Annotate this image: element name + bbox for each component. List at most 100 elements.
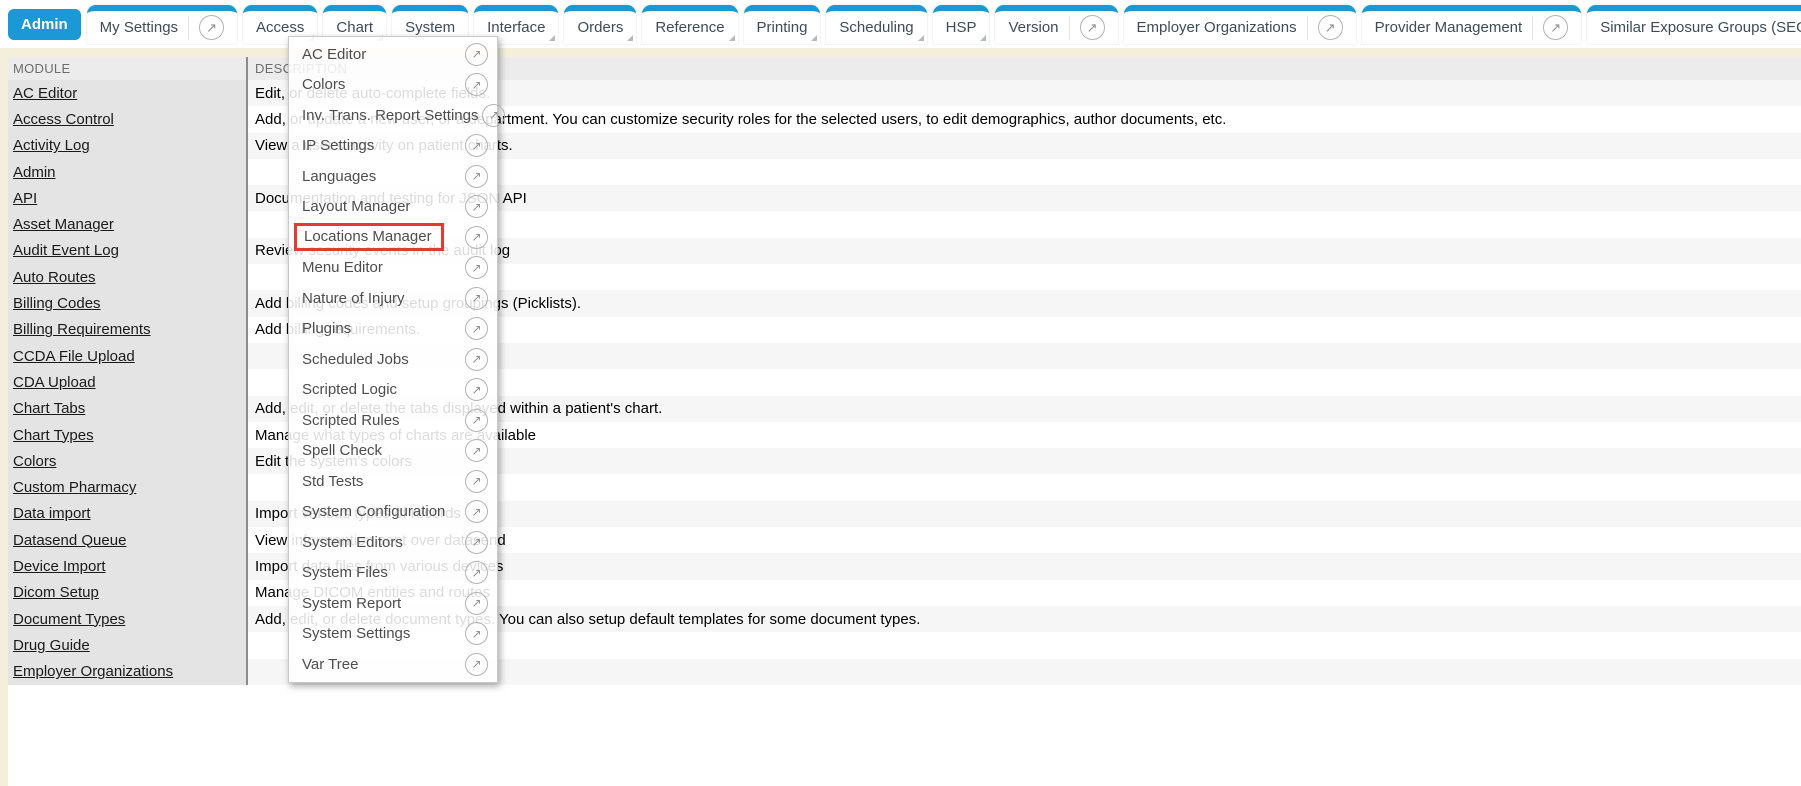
open-arrow-icon[interactable]: ↗ xyxy=(465,531,488,554)
open-arrow-icon[interactable]: ↗ xyxy=(199,15,224,40)
open-arrow-icon[interactable]: ↗ xyxy=(465,378,488,401)
module-link-audit-event-log[interactable]: Audit Event Log xyxy=(13,242,119,259)
table-row: Audit Event LogReview security events in… xyxy=(8,238,1801,264)
module-cell: Admin xyxy=(8,159,248,185)
tab-label: Employer Organizations xyxy=(1137,19,1297,36)
module-link-asset-manager[interactable]: Asset Manager xyxy=(13,216,114,233)
menu-item-nature-of-injury[interactable]: Nature of Injury↗ xyxy=(289,283,497,314)
module-cell: Billing Requirements xyxy=(8,317,248,343)
open-arrow-icon[interactable]: ↗ xyxy=(1543,15,1568,40)
open-arrow-icon[interactable]: ↗ xyxy=(465,73,488,96)
table-row: Data importImport various types of recor… xyxy=(8,501,1801,527)
tab-version[interactable]: Version↗ xyxy=(995,5,1117,44)
menu-item-system-editors[interactable]: System Editors↗ xyxy=(289,527,497,558)
table-row: Document TypesAdd, edit, or delete docum… xyxy=(8,606,1801,632)
tab-orders[interactable]: Orders xyxy=(564,5,636,44)
open-arrow-icon[interactable]: ↗ xyxy=(465,226,488,249)
menu-item-system-report[interactable]: System Report↗ xyxy=(289,588,497,619)
open-arrow-icon[interactable]: ↗ xyxy=(465,165,488,188)
open-arrow-icon[interactable]: ↗ xyxy=(465,256,488,279)
module-cell: Asset Manager xyxy=(8,211,248,237)
table-row: Device ImportImport data files from vari… xyxy=(8,553,1801,579)
menu-item-label: IP Settings xyxy=(302,137,461,154)
open-arrow-icon[interactable]: ↗ xyxy=(1318,15,1343,40)
open-arrow-icon[interactable]: ↗ xyxy=(465,317,488,340)
table-row: Auto Routes xyxy=(8,264,1801,290)
table-row: Chart TypesManage what types of charts a… xyxy=(8,422,1801,448)
module-link-activity-log[interactable]: Activity Log xyxy=(13,137,90,154)
module-cell: CCDA File Upload xyxy=(8,343,248,369)
menu-item-var-tree[interactable]: Var Tree↗ xyxy=(289,649,497,680)
menu-item-scripted-logic[interactable]: Scripted Logic↗ xyxy=(289,375,497,406)
menu-item-languages[interactable]: Languages↗ xyxy=(289,161,497,192)
module-link-access-control[interactable]: Access Control xyxy=(13,111,114,128)
tab-employer-organizations[interactable]: Employer Organizations ↗ xyxy=(1124,5,1356,44)
module-link-chart-tabs[interactable]: Chart Tabs xyxy=(13,400,85,417)
open-arrow-icon[interactable]: ↗ xyxy=(465,134,488,157)
menu-item-system-settings[interactable]: System Settings↗ xyxy=(289,619,497,650)
tab-similar-exposure-groups-segs[interactable]: Similar Exposure Groups (SEGs)↗ xyxy=(1587,5,1801,44)
open-arrow-icon[interactable]: ↗ xyxy=(465,500,488,523)
menu-item-scheduled-jobs[interactable]: Scheduled Jobs↗ xyxy=(289,344,497,375)
module-link-chart-types[interactable]: Chart Types xyxy=(13,427,94,444)
module-cell: Auto Routes xyxy=(8,264,248,290)
module-link-employer-organizations[interactable]: Employer Organizations xyxy=(13,663,173,680)
tab-hsp[interactable]: HSP xyxy=(933,5,990,44)
module-link-billing-codes[interactable]: Billing Codes xyxy=(13,295,101,312)
module-link-device-import[interactable]: Device Import xyxy=(13,558,106,575)
table-row: Employer Organizations xyxy=(8,659,1801,685)
module-link-ccda-file-upload[interactable]: CCDA File Upload xyxy=(13,348,135,365)
module-link-billing-requirements[interactable]: Billing Requirements xyxy=(13,321,151,338)
open-arrow-icon[interactable]: ↗ xyxy=(1080,15,1105,40)
menu-item-ac-editor[interactable]: AC Editor↗ xyxy=(289,39,497,70)
menu-item-locations-manager[interactable]: Locations Manager↗ xyxy=(289,222,497,253)
tab-scheduling[interactable]: Scheduling xyxy=(826,5,926,44)
menu-item-label: Inv. Trans. Report Settings xyxy=(302,107,478,124)
menu-item-label: Var Tree xyxy=(302,656,461,673)
module-link-colors[interactable]: Colors xyxy=(13,453,56,470)
open-arrow-icon[interactable]: ↗ xyxy=(465,470,488,493)
open-arrow-icon[interactable]: ↗ xyxy=(465,561,488,584)
menu-item-label: System Settings xyxy=(302,625,461,642)
module-link-dicom-setup[interactable]: Dicom Setup xyxy=(13,584,99,601)
open-arrow-icon[interactable]: ↗ xyxy=(465,622,488,645)
module-link-admin[interactable]: Admin xyxy=(13,164,56,181)
open-arrow-icon[interactable]: ↗ xyxy=(465,43,488,66)
open-arrow-icon[interactable]: ↗ xyxy=(465,439,488,462)
module-link-ac-editor[interactable]: AC Editor xyxy=(13,85,77,102)
module-link-data-import[interactable]: Data import xyxy=(13,505,91,522)
module-cell: Chart Tabs xyxy=(8,396,248,422)
open-arrow-icon[interactable]: ↗ xyxy=(465,348,488,371)
tab-my-settings[interactable]: My Settings↗ xyxy=(87,5,237,44)
menu-item-plugins[interactable]: Plugins↗ xyxy=(289,314,497,345)
tab-provider-management[interactable]: Provider Management↗ xyxy=(1362,5,1582,44)
top-nav: Admin My Settings↗AccessChartSystemInter… xyxy=(0,0,1801,48)
module-link-api[interactable]: API xyxy=(13,190,37,207)
module-link-auto-routes[interactable]: Auto Routes xyxy=(13,269,96,286)
tab-printing[interactable]: Printing xyxy=(744,5,821,44)
menu-item-system-files[interactable]: System Files↗ xyxy=(289,558,497,589)
module-link-document-types[interactable]: Document Types xyxy=(13,611,125,628)
admin-button[interactable]: Admin xyxy=(8,9,81,40)
menu-item-spell-check[interactable]: Spell Check↗ xyxy=(289,436,497,467)
open-arrow-icon[interactable]: ↗ xyxy=(465,287,488,310)
module-link-custom-pharmacy[interactable]: Custom Pharmacy xyxy=(13,479,136,496)
module-link-cda-upload[interactable]: CDA Upload xyxy=(13,374,96,391)
module-link-drug-guide[interactable]: Drug Guide xyxy=(13,637,90,654)
open-arrow-icon[interactable]: ↗ xyxy=(465,195,488,218)
menu-item-colors[interactable]: Colors↗ xyxy=(289,70,497,101)
open-arrow-icon[interactable]: ↗ xyxy=(465,409,488,432)
table-row: Chart TabsAdd, edit, or delete the tabs … xyxy=(8,396,1801,422)
menu-item-menu-editor[interactable]: Menu Editor↗ xyxy=(289,253,497,284)
menu-item-scripted-rules[interactable]: Scripted Rules↗ xyxy=(289,405,497,436)
menu-item-ip-settings[interactable]: IP Settings↗ xyxy=(289,131,497,162)
menu-item-std-tests[interactable]: Std Tests↗ xyxy=(289,466,497,497)
menu-item-layout-manager[interactable]: Layout Manager↗ xyxy=(289,192,497,223)
module-link-datasend-queue[interactable]: Datasend Queue xyxy=(13,532,126,549)
menu-item-system-configuration[interactable]: System Configuration↗ xyxy=(289,497,497,528)
tab-label: Similar Exposure Groups (SEGs) xyxy=(1600,19,1801,36)
tab-reference[interactable]: Reference xyxy=(642,5,737,44)
open-arrow-icon[interactable]: ↗ xyxy=(465,653,488,676)
open-arrow-icon[interactable]: ↗ xyxy=(465,592,488,615)
menu-item-inv-trans-report-settings[interactable]: Inv. Trans. Report Settings↗ xyxy=(289,100,497,131)
